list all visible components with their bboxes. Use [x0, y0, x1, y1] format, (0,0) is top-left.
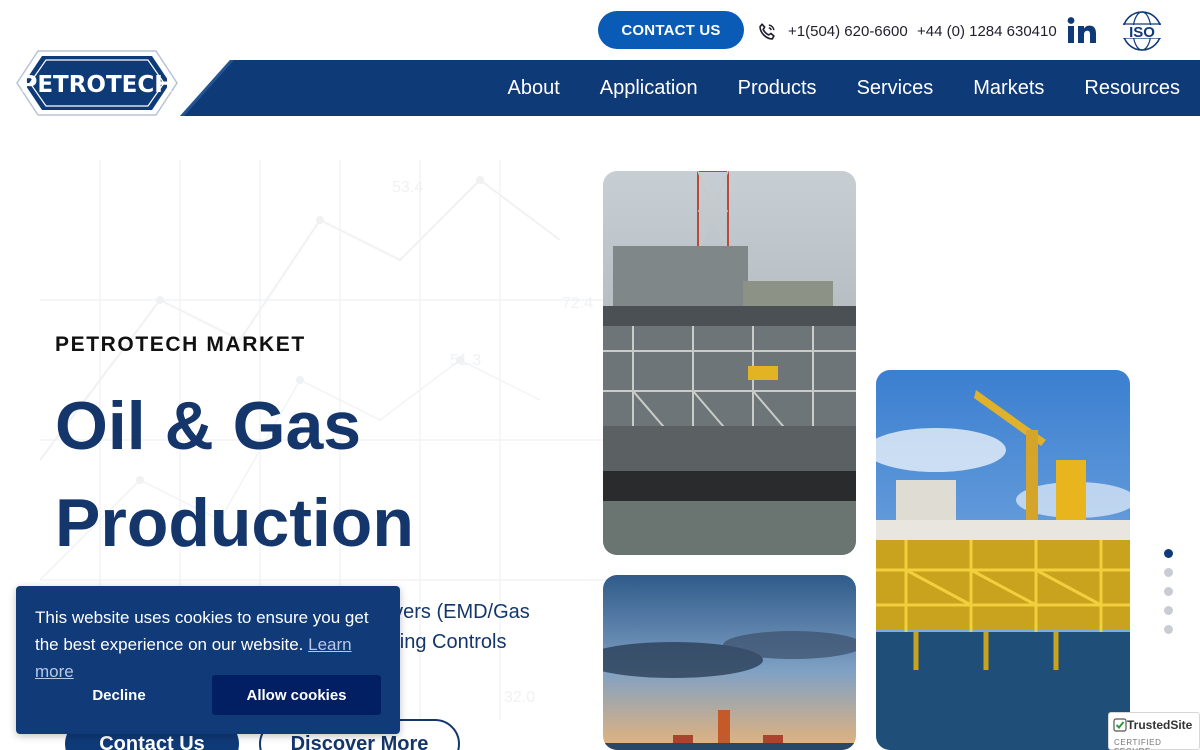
iso-text: ISO — [1129, 24, 1155, 41]
carousel-dot-3[interactable] — [1164, 587, 1173, 596]
trustedsite-title: TrustedSite — [1127, 718, 1193, 732]
linkedin-icon[interactable] — [1067, 16, 1097, 44]
nav-item-services[interactable]: Services — [857, 77, 934, 100]
yellow-rig-image — [876, 370, 1130, 750]
petrotech-logo[interactable]: PETROTECH — [16, 50, 178, 116]
graph-label: 53.4 — [392, 179, 423, 196]
main-nav: About Application Products Services Mark… — [468, 60, 1200, 116]
cookie-decline-button[interactable]: Decline — [36, 675, 202, 715]
carousel-dot-4[interactable] — [1164, 606, 1173, 615]
hero-description-text: rivers (EMD/Gas — [382, 601, 530, 623]
offshore-platform-image — [603, 171, 856, 555]
nav-item-about[interactable]: About — [508, 77, 560, 100]
top-bar: CONTACT US +1(504) 620-6600 +44 (0) 1284… — [0, 0, 1200, 60]
hero-description-text: aring Controls — [382, 631, 507, 653]
page: CONTACT US +1(504) 620-6600 +44 (0) 1284… — [0, 0, 1200, 750]
contact-us-button[interactable]: CONTACT US — [598, 11, 744, 49]
graph-label: 72.4 — [562, 295, 593, 312]
trustedsite-subtitle: CERTIFIED SECURE — [1114, 738, 1162, 750]
carousel-dot-1[interactable] — [1164, 549, 1173, 558]
carousel-dot-2[interactable] — [1164, 568, 1173, 577]
graph-label: 32.0 — [504, 689, 535, 706]
hero-eyebrow: PETROTECH MARKET — [55, 333, 306, 356]
phone-icon — [759, 23, 775, 40]
cookie-message: This website uses cookies to ensure you … — [35, 604, 385, 685]
iso-certification-icon: ISO — [1121, 11, 1163, 51]
cookie-banner: This website uses cookies to ensure you … — [16, 586, 400, 734]
cookie-allow-button[interactable]: Allow cookies — [212, 675, 381, 715]
sunset-rig-image — [603, 575, 856, 750]
offshore-platform-photo — [603, 171, 856, 555]
carousel-dot-5[interactable] — [1164, 625, 1173, 634]
sunset-rig-photo — [603, 575, 856, 750]
hero-title-line1: Oil & Gas — [55, 388, 362, 464]
yellow-rig-photo — [876, 370, 1130, 750]
phone-us-link[interactable]: +1(504) 620-6600 — [788, 23, 908, 40]
nav-item-markets[interactable]: Markets — [973, 77, 1044, 100]
hero-title-line2: Production — [55, 485, 414, 561]
nav-item-application[interactable]: Application — [600, 77, 698, 100]
nav-item-products[interactable]: Products — [738, 77, 817, 100]
phone-uk-link[interactable]: +44 (0) 1284 630410 — [917, 23, 1057, 40]
graph-label: 51.3 — [450, 352, 481, 369]
carousel-pagination — [1164, 549, 1174, 644]
logo-text: PETROTECH — [20, 72, 173, 98]
nav-item-resources[interactable]: Resources — [1084, 77, 1180, 100]
check-icon — [1113, 718, 1127, 732]
trustedsite-badge[interactable]: TrustedSite CERTIFIED SECURE — [1108, 712, 1200, 750]
